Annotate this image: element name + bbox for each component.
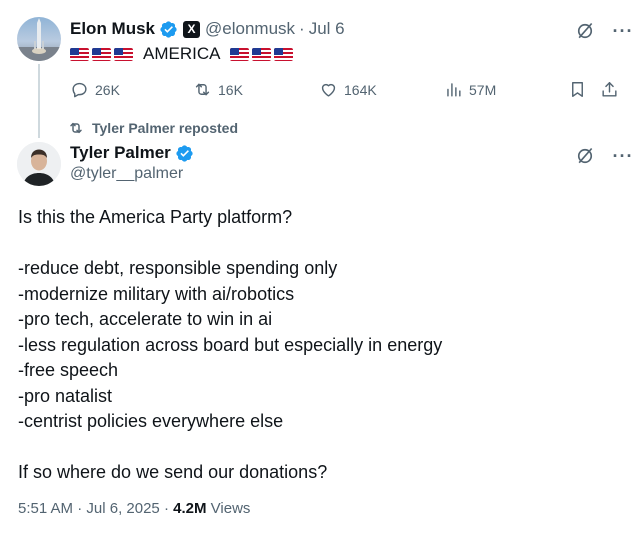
grok-icon[interactable] — [574, 20, 596, 42]
us-flags-left — [70, 47, 133, 61]
bookmark-button[interactable] — [568, 80, 587, 99]
tweet-closing: If so where do we send our donations? — [18, 462, 328, 482]
us-flag-icon — [230, 47, 250, 61]
x-affiliation-icon: X — [183, 20, 201, 38]
verified-icon — [160, 20, 177, 38]
like-count: 164K — [344, 81, 377, 98]
views-count: 4.2M — [173, 500, 207, 517]
views-icon — [447, 83, 461, 97]
tweet-body: Is this the America Party platform? -red… — [18, 205, 618, 486]
more-icon[interactable]: ··· — [612, 20, 634, 42]
author-handle[interactable]: @elonmusk — [205, 19, 295, 39]
repost-icon — [195, 83, 210, 96]
tweet-intro: Is this the America Party platform? — [18, 207, 293, 227]
parent-tweet[interactable]: Elon Musk X @elonmusk · Jul 6 AMERICA ··… — [0, 0, 640, 110]
bookmark-icon — [572, 82, 583, 97]
reply-button[interactable]: 26K — [70, 80, 120, 99]
repost-count: 16K — [218, 81, 243, 98]
us-flag-icon — [92, 47, 111, 61]
avatar[interactable] — [17, 17, 61, 61]
tweet-full-date[interactable]: Jul 6, 2025 — [86, 500, 159, 517]
repost-label: Tyler Palmer reposted — [92, 120, 239, 136]
us-flags-right — [230, 47, 294, 61]
parent-action-bar: 26K 16K 164K 57M — [70, 80, 622, 102]
avatar[interactable] — [17, 142, 61, 186]
tweet-meta: 5:51 AM · Jul 6, 2025 · 4.2M Views — [18, 500, 251, 517]
repost-icon — [70, 122, 82, 134]
repost-button[interactable]: 16K — [193, 80, 243, 99]
views-count: 57M — [469, 81, 497, 98]
parent-tweet-text: AMERICA — [70, 44, 294, 64]
like-icon — [321, 83, 336, 97]
tweet-date[interactable]: Jul 6 — [309, 19, 345, 39]
platform-point: -less regulation across board but especi… — [18, 334, 443, 355]
parent-header: Elon Musk X @elonmusk · Jul 6 — [70, 19, 345, 39]
main-top-actions: ··· — [574, 145, 634, 167]
parent-top-actions: ··· — [574, 20, 634, 42]
share-button[interactable] — [600, 80, 619, 99]
author-name[interactable]: Elon Musk — [70, 19, 155, 39]
us-flag-icon — [252, 47, 272, 61]
author-handle[interactable]: @tyler__palmer — [70, 165, 183, 183]
platform-point: -pro tech, accelerate to win in ai — [18, 309, 273, 329]
header-separator: · — [299, 19, 305, 38]
share-icon — [602, 82, 617, 97]
repost-indicator[interactable]: Tyler Palmer reposted — [68, 120, 238, 136]
platform-point: -centrist policies everywhere else — [18, 411, 284, 431]
platform-point: -pro natalist — [18, 385, 113, 406]
more-icon[interactable]: ··· — [612, 145, 634, 167]
us-flag-icon — [114, 47, 133, 61]
tweet-text: AMERICA — [143, 44, 221, 63]
verified-icon — [176, 144, 193, 162]
platform-point: -modernize military with ai/robotics — [18, 283, 295, 304]
platform-point: -reduce debt, responsible spending only — [18, 258, 338, 278]
grok-icon[interactable] — [574, 145, 596, 167]
us-flag-icon — [70, 47, 89, 61]
platform-point: -free speech — [18, 360, 119, 380]
views-label: Views — [210, 500, 251, 517]
reply-icon — [72, 82, 87, 98]
author-name[interactable]: Tyler Palmer — [70, 143, 171, 163]
views-button[interactable]: 57M — [444, 80, 496, 99]
reply-count: 26K — [95, 81, 120, 98]
tweet-time[interactable]: 5:51 AM — [18, 500, 73, 517]
us-flag-icon — [274, 47, 294, 61]
like-button[interactable]: 164K — [319, 80, 377, 99]
main-author-row: Tyler Palmer — [70, 143, 194, 163]
